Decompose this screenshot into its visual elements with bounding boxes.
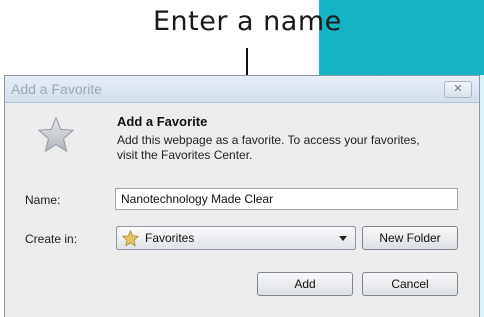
new-folder-button[interactable]: New Folder: [362, 226, 458, 250]
callout-label: Enter a name: [153, 6, 342, 37]
favorites-folder-star-icon: [122, 230, 139, 247]
dialog-titlebar[interactable]: Add a Favorite ✕: [5, 76, 479, 103]
close-button[interactable]: ✕: [444, 81, 472, 98]
name-label: Name:: [25, 193, 61, 207]
create-in-select[interactable]: Favorites: [116, 226, 356, 250]
add-button[interactable]: Add: [257, 272, 353, 296]
chevron-down-icon[interactable]: [339, 236, 347, 241]
dialog-title: Add a Favorite: [11, 81, 103, 97]
dialog-heading: Add a Favorite: [117, 114, 208, 129]
create-in-value: Favorites: [145, 231, 195, 245]
name-input[interactable]: Nanotechnology Made Clear: [115, 188, 458, 210]
cancel-button[interactable]: Cancel: [362, 272, 458, 296]
favorite-star-icon: [37, 116, 75, 153]
dialog-description: Add this webpage as a favorite. To acces…: [117, 133, 420, 162]
add-favorite-dialog: Add a Favorite ✕ Add a Favorite Add this…: [4, 75, 480, 317]
create-in-label: Create in:: [25, 232, 78, 246]
